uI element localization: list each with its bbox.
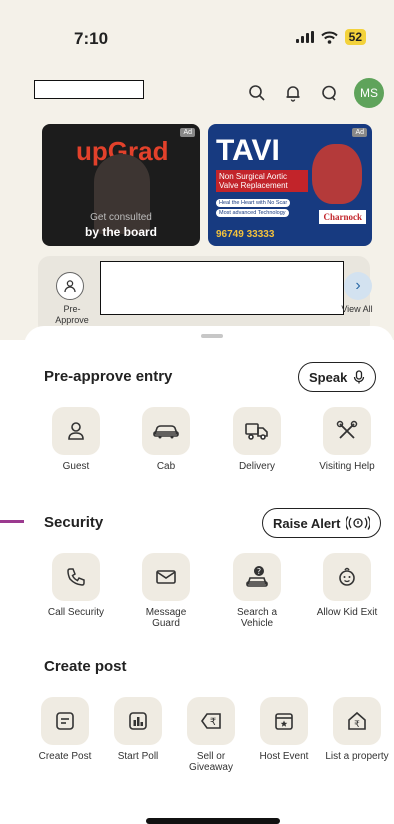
section-title-create-post: Create post <box>44 658 127 675</box>
view-all-label[interactable]: View All <box>340 304 374 315</box>
tile-label: Search a Vehicle <box>236 607 278 629</box>
person-icon <box>52 407 100 455</box>
tile-search-vehicle[interactable]: ? Search a Vehicle <box>222 553 292 629</box>
tile-sell-giveaway[interactable]: ₹ Sell or Giveaway <box>176 697 246 773</box>
bell-icon[interactable] <box>282 82 304 104</box>
rupee-tag-icon: ₹ <box>187 697 235 745</box>
tile-message-guard[interactable]: Message Guard <box>131 553 201 629</box>
heart-image <box>312 144 362 204</box>
ad-hospital-logo: Charnock <box>319 210 366 224</box>
tile-visiting-help[interactable]: Visiting Help <box>312 407 382 472</box>
mail-icon <box>142 553 190 601</box>
status-bar: 7:10 52 <box>0 0 394 74</box>
tile-label: Create Post <box>38 751 92 762</box>
ad-banner-upgrad[interactable]: Ad upGrad Get consulted by the board <box>42 124 200 246</box>
tile-label: Allow Kid Exit <box>316 607 378 618</box>
redacted-society-name <box>34 80 144 99</box>
pre-approve-shortcut-icon[interactable] <box>56 272 84 300</box>
status-indicators: 52 <box>295 29 366 45</box>
alarm-icon <box>346 516 371 530</box>
header-actions: MS <box>246 78 384 108</box>
tile-call-security[interactable]: Call Security <box>41 553 111 618</box>
ad-brand: TAVI <box>216 134 280 167</box>
raise-alert-button[interactable]: Raise Alert <box>262 508 382 538</box>
sheet-drag-handle[interactable] <box>201 334 223 338</box>
svg-text:₹: ₹ <box>354 720 360 730</box>
battery-indicator: 52 <box>344 29 366 45</box>
tile-label: Call Security <box>47 607 105 618</box>
vehicle-search-icon: ? <box>233 553 281 601</box>
raise-alert-label: Raise Alert <box>273 515 341 531</box>
redacted-content <box>100 261 344 315</box>
ad-bullet: Heal the Heart with No Scar <box>216 199 291 207</box>
ad-line-1: Get consulted <box>90 212 152 223</box>
tile-cab[interactable]: Cab <box>131 407 201 472</box>
ad-banner-tavi[interactable]: Ad TAVI Non Surgical Aortic Valve Replac… <box>208 124 372 246</box>
tile-label: Guest <box>62 461 90 472</box>
tile-delivery[interactable]: Delivery <box>222 407 292 472</box>
ad-subtitle: Non Surgical Aortic Valve Replacement <box>216 170 308 192</box>
tile-create-post[interactable]: Create Post <box>30 697 100 762</box>
speak-label: Speak <box>309 369 348 385</box>
tile-label: Sell or Giveaway <box>189 751 233 773</box>
tile-label: Cab <box>156 461 176 472</box>
tile-label: Start Poll <box>117 751 159 762</box>
pre-approve-shortcut-label[interactable]: Pre-Approve <box>52 304 92 326</box>
post-icon <box>41 697 89 745</box>
house-rupee-icon: ₹ <box>333 697 381 745</box>
wifi-icon <box>320 31 338 44</box>
signal-icon <box>295 31 314 43</box>
tile-guest[interactable]: Guest <box>41 407 111 472</box>
speak-button[interactable]: Speak <box>298 362 377 392</box>
home-indicator <box>146 818 280 824</box>
avatar[interactable]: MS <box>354 78 384 108</box>
calendar-event-icon <box>260 697 308 745</box>
svg-text:?: ? <box>257 567 261 576</box>
ad-bullet: Most advanced Technology <box>216 209 289 217</box>
tile-label: Delivery <box>238 461 276 472</box>
tile-label: Visiting Help <box>319 461 375 472</box>
poll-icon <box>114 697 162 745</box>
search-icon[interactable] <box>246 82 268 104</box>
section-title-security: Security <box>44 514 104 531</box>
delivery-truck-icon <box>233 407 281 455</box>
tile-label: Message Guard <box>145 607 187 629</box>
status-time: 7:10 <box>74 29 109 48</box>
svg-text:₹: ₹ <box>210 717 216 728</box>
tools-icon <box>323 407 371 455</box>
kid-icon <box>323 553 371 601</box>
tile-label: Host Event <box>259 751 309 762</box>
ad-tag: Ad <box>180 128 195 137</box>
chat-icon[interactable] <box>318 82 340 104</box>
chevron-right-icon[interactable]: › <box>344 272 372 300</box>
tile-allow-kid-exit[interactable]: Allow Kid Exit <box>312 553 382 618</box>
section-title-pre-approve: Pre-approve entry <box>44 368 173 385</box>
ad-tag: Ad <box>352 128 367 137</box>
ad-line-2: by the board <box>84 225 157 239</box>
car-icon <box>142 407 190 455</box>
tile-list-property[interactable]: ₹ List a property <box>322 697 392 762</box>
tile-start-poll[interactable]: Start Poll <box>103 697 173 762</box>
ad-phone: 96749 33333 <box>216 229 275 240</box>
tile-host-event[interactable]: Host Event <box>249 697 319 762</box>
phone-icon <box>52 553 100 601</box>
mic-icon <box>354 370 365 384</box>
tile-label: List a property <box>325 751 389 762</box>
